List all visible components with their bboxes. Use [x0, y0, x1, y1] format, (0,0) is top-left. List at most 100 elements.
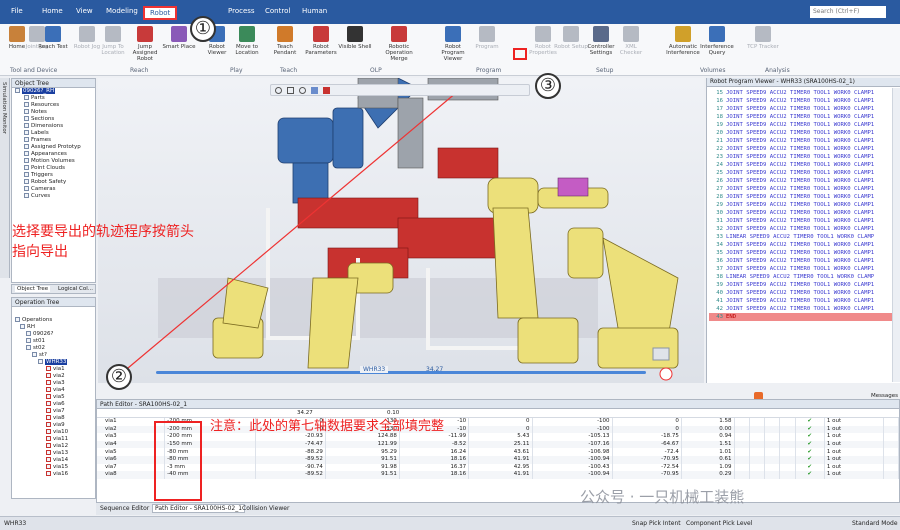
ribbon-button-robot-program-viewer[interactable]: Robot Program Viewer [436, 26, 470, 62]
via-tree-item[interactable]: via5 [12, 394, 95, 401]
ribbon-button-controller-settings[interactable]: Controller Settings [584, 26, 618, 56]
ribbon-button-move-to-location[interactable]: Move to Location [230, 26, 264, 56]
program-line[interactable]: 25 JOINT SPEED9 ACCU2 TIMER0 TOOL1 WORK0 … [709, 169, 900, 177]
object-tree-item[interactable]: Appearances [12, 151, 95, 158]
via-tree-item[interactable]: via9 [12, 422, 95, 429]
via-tree-item[interactable]: via12 [12, 443, 95, 450]
program-line[interactable]: 16 JOINT SPEED9 ACCU2 TIMER0 TOOL1 WORK0 … [709, 97, 900, 105]
object-tree-item[interactable]: Point Clouds [12, 165, 95, 172]
operation-tree-node[interactable]: WHR33 [12, 359, 95, 366]
program-line[interactable]: 15 JOINT SPEED9 ACCU2 TIMER0 TOOL1 WORK0 … [709, 89, 900, 97]
object-tree-root[interactable]: 09026?_RH [12, 88, 95, 95]
tab-logical-collection[interactable]: Logical Col... [58, 286, 93, 292]
operation-tree-node[interactable]: st? [12, 352, 95, 359]
operation-tree-node[interactable]: RH [12, 324, 95, 331]
object-tree-item[interactable]: Labels [12, 130, 95, 137]
path-row[interactable]: via7 -3 mm -90.74 91.98 16.37 42.95 -100.43 -72… [97, 463, 900, 472]
program-line[interactable]: 29 JOINT SPEED9 ACCU2 TIMER0 TOOL1 WORK0 … [709, 201, 900, 209]
program-line[interactable]: 37 JOINT SPEED9 ACCU2 TIMER0 TOOL1 WORK0 … [709, 265, 900, 273]
program-line[interactable]: 19 JOINT SPEED9 ACCU2 TIMER0 TOOL1 WORK0 … [709, 121, 900, 129]
ribbon-button-program[interactable]: Program [470, 26, 504, 50]
ribbon-button-jump-assigned-robot[interactable]: Jump Assigned Robot [128, 26, 162, 62]
program-line[interactable]: 42 JOINT SPEED9 ACCU2 TIMER0 TOOL1 WORK0 … [709, 305, 900, 313]
via-tree-item[interactable]: via3 [12, 380, 95, 387]
object-tree-item[interactable]: Resources [12, 102, 95, 109]
tab-collision-viewer[interactable]: Collision Viewer [242, 505, 289, 512]
menu-robot[interactable]: Robot [143, 6, 178, 20]
menu-modeling[interactable]: Modeling [106, 7, 138, 15]
ribbon-button-visible-shell[interactable]: Visible Shell [338, 26, 372, 50]
menu-home[interactable]: Home [42, 7, 63, 15]
program-line[interactable]: 33 LINEAR SPEED9 ACCU2 TIMER0 TOOL1 WORK0… [709, 233, 900, 241]
object-tree-item[interactable]: Curves [12, 193, 95, 200]
ribbon-button-xml-checker[interactable]: XML Checker [614, 26, 648, 56]
program-line[interactable]: 24 JOINT SPEED9 ACCU2 TIMER0 TOOL1 WORK0 … [709, 161, 900, 169]
object-tree-item[interactable]: Robot Safety [12, 179, 95, 186]
menu-human[interactable]: Human [302, 7, 327, 15]
program-line[interactable]: 31 JOINT SPEED9 ACCU2 TIMER0 TOOL1 WORK0 … [709, 217, 900, 225]
program-line[interactable]: 21 JOINT SPEED9 ACCU2 TIMER0 TOOL1 WORK0 … [709, 137, 900, 145]
program-line[interactable]: 34 JOINT SPEED9 ACCU2 TIMER0 TOOL1 WORK0 … [709, 241, 900, 249]
search-input[interactable]: Search (Ctrl+F) [810, 6, 886, 18]
operation-tree-node[interactable]: 09026? [12, 331, 95, 338]
object-tree-item[interactable]: Frames [12, 137, 95, 144]
menu-file[interactable]: File [11, 7, 23, 15]
path-row[interactable]: via4 -150 mm -74.47 121.99 -8.52 25.11 -107.16… [97, 440, 900, 449]
tab-object-tree[interactable]: Object Tree [15, 286, 51, 292]
object-tree-item[interactable]: Parts [12, 95, 95, 102]
timeline-operation[interactable]: WHR33 [360, 366, 389, 373]
menu-control[interactable]: Control [265, 7, 290, 15]
simulation-monitor-tab[interactable]: Simulation Monitor [0, 78, 10, 278]
program-line[interactable]: 36 JOINT SPEED9 ACCU2 TIMER0 TOOL1 WORK0 … [709, 257, 900, 265]
via-tree-item[interactable]: via14 [12, 457, 95, 464]
via-tree-item[interactable]: via11 [12, 436, 95, 443]
ribbon-button-robot-setup[interactable]: Robot Setup [554, 26, 588, 50]
path-row[interactable]: via8 -40 mm -89.52 91.51 18.16 41.91 -100.94 -7… [97, 471, 900, 479]
object-tree-item[interactable]: Notes [12, 109, 95, 116]
menu-process[interactable]: Process [228, 7, 255, 15]
ribbon-button-tcp-tracker[interactable]: TCP Tracker [746, 26, 780, 50]
program-line[interactable]: 22 JOINT SPEED9 ACCU2 TIMER0 TOOL1 WORK0 … [709, 145, 900, 153]
via-tree-item[interactable]: via16 [12, 471, 95, 478]
program-line[interactable]: 20 JOINT SPEED9 ACCU2 TIMER0 TOOL1 WORK0 … [709, 129, 900, 137]
ribbon-button-automatic-interference[interactable]: Automatic Interference [666, 26, 700, 56]
program-line[interactable]: 30 JOINT SPEED9 ACCU2 TIMER0 TOOL1 WORK0 … [709, 209, 900, 217]
object-tree-item[interactable]: Dimensions [12, 123, 95, 130]
operation-tree-node[interactable]: st01 [12, 338, 95, 345]
via-tree-item[interactable]: via8 [12, 415, 95, 422]
program-line[interactable]: 26 JOINT SPEED9 ACCU2 TIMER0 TOOL1 WORK0 … [709, 177, 900, 185]
via-tree-item[interactable]: via1 [12, 366, 95, 373]
ribbon-button-robotic-operation-merge[interactable]: Robotic Operation Merge [382, 26, 416, 62]
rotate-icon[interactable] [299, 87, 306, 94]
timeline-track[interactable] [156, 371, 646, 374]
via-tree-item[interactable]: via15 [12, 464, 95, 471]
object-tree-item[interactable]: Motion Volumes [12, 158, 95, 165]
path-editor-speed[interactable]: 0.10 [387, 410, 399, 416]
program-line[interactable]: 27 JOINT SPEED9 ACCU2 TIMER0 TOOL1 WORK0 … [709, 185, 900, 193]
ribbon-button-reach-test[interactable]: Reach Test [36, 26, 70, 50]
operation-tree-node[interactable]: Operations [12, 317, 95, 324]
ribbon-button-interference-query[interactable]: Interference Query [700, 26, 734, 56]
program-line[interactable]: 18 JOINT SPEED9 ACCU2 TIMER0 TOOL1 WORK0 … [709, 113, 900, 121]
via-tree-item[interactable]: via2 [12, 373, 95, 380]
program-line[interactable]: 41 JOINT SPEED9 ACCU2 TIMER0 TOOL1 WORK0 … [709, 297, 900, 305]
program-line[interactable]: 32 JOINT SPEED9 ACCU2 TIMER0 TOOL1 WORK0 … [709, 225, 900, 233]
menu-view[interactable]: View [76, 7, 93, 15]
program-line[interactable]: 38 LINEAR SPEED9 ACCU2 TIMER0 TOOL1 WORK0… [709, 273, 900, 281]
via-tree-item[interactable]: via7 [12, 408, 95, 415]
program-line[interactable]: 35 JOINT SPEED9 ACCU2 TIMER0 TOOL1 WORK0 … [709, 249, 900, 257]
program-line[interactable]: 43 END [709, 313, 900, 321]
object-tree-item[interactable]: Triggers [12, 172, 95, 179]
via-tree-item[interactable]: via10 [12, 429, 95, 436]
path-row[interactable]: via5 -80 mm -88.29 95.29 16.24 43.61 -106.98 -7… [97, 448, 900, 456]
object-tree-item[interactable]: Assigned Prototyp [12, 144, 95, 151]
ribbon-button-teach-pendant[interactable]: Teach Pendant [268, 26, 302, 56]
tab-sequence-editor[interactable]: Sequence Editor [100, 505, 149, 512]
program-line[interactable]: 40 JOINT SPEED9 ACCU2 TIMER0 TOOL1 WORK0 … [709, 289, 900, 297]
object-tree-item[interactable]: Cameras [12, 186, 95, 193]
program-line[interactable]: 23 JOINT SPEED9 ACCU2 TIMER0 TOOL1 WORK0 … [709, 153, 900, 161]
program-line[interactable]: 17 JOINT SPEED9 ACCU2 TIMER0 TOOL1 WORK0 … [709, 105, 900, 113]
zoom-icon[interactable] [275, 87, 282, 94]
object-tree-item[interactable]: Sections [12, 116, 95, 123]
program-scrollbar[interactable] [892, 88, 900, 382]
